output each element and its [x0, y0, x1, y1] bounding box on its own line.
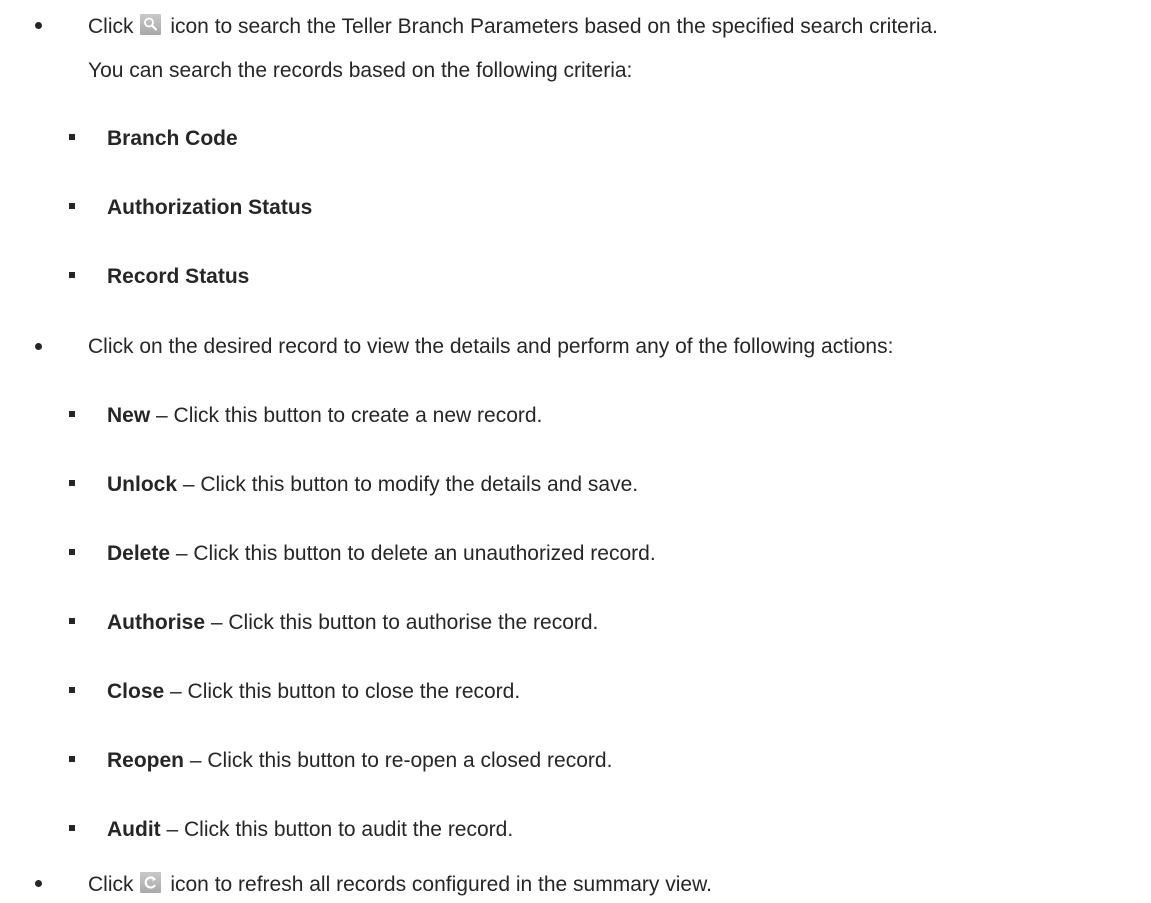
actions-intro: Click on the desired record to view the … — [88, 335, 894, 358]
bullet-marker — [69, 134, 75, 140]
action-name: Authorise — [107, 611, 206, 634]
refresh-instruction-pre: Click — [88, 873, 134, 896]
bullet-marker — [35, 22, 42, 29]
bullet-marker — [69, 618, 75, 624]
action-desc: – Click this button to re-open a closed … — [184, 749, 613, 772]
search-criteria-intro: You can search the records based on the … — [88, 59, 633, 82]
bullet-marker — [69, 480, 75, 486]
bullet-marker — [69, 549, 75, 555]
criteria-label: Branch Code — [107, 127, 238, 150]
action-name: New — [107, 404, 151, 427]
action-desc: – Click this button to modify the detail… — [177, 473, 639, 496]
refresh-icon[interactable] — [139, 872, 161, 893]
bullet-marker — [69, 825, 75, 831]
action-name: Audit — [107, 818, 161, 841]
action-item: Reopen – Click this button to re-open a … — [107, 749, 612, 773]
action-name: Reopen — [107, 749, 185, 772]
search-instruction-post: icon to search the Teller Branch Paramet… — [164, 15, 939, 38]
action-desc: – Click this button to authorise the rec… — [205, 611, 599, 634]
bullet-marker — [69, 687, 75, 693]
action-name: Unlock — [107, 473, 178, 496]
action-desc: – Click this button to create a new reco… — [150, 404, 543, 427]
criteria-item: Record Status — [107, 265, 249, 289]
search-instruction-pre: Click — [88, 15, 134, 38]
action-desc: – Click this button to delete an unautho… — [170, 542, 656, 565]
action-item: Close – Click this button to close the r… — [107, 680, 520, 704]
refresh-instruction-post: icon to refresh all records configured i… — [164, 873, 712, 896]
bullet-marker — [35, 880, 42, 887]
refresh-instruction: Click icon to refresh all records config… — [88, 872, 712, 896]
criteria-item: Authorization Status — [107, 196, 312, 220]
bullet-marker — [69, 756, 75, 762]
criteria-label: Record Status — [107, 265, 250, 288]
bullet-marker — [69, 411, 75, 417]
action-item: Authorise – Click this button to authori… — [107, 611, 598, 635]
action-name: Close — [107, 680, 165, 703]
criteria-item: Branch Code — [107, 127, 238, 151]
bullet-marker — [69, 272, 75, 278]
action-item: New – Click this button to create a new … — [107, 404, 542, 428]
search-instruction: Click icon to search the Teller Branch P… — [88, 14, 938, 38]
action-name: Delete — [107, 542, 171, 565]
action-item: Audit – Click this button to audit the r… — [107, 818, 513, 842]
action-desc: – Click this button to audit the record. — [160, 818, 514, 841]
bullet-marker — [69, 203, 75, 209]
search-icon[interactable] — [139, 14, 161, 35]
criteria-label: Authorization Status — [107, 196, 313, 219]
bullet-marker — [35, 343, 42, 350]
action-item: Delete – Click this button to delete an … — [107, 542, 656, 566]
action-item: Unlock – Click this button to modify the… — [107, 473, 638, 497]
action-desc: – Click this button to close the record. — [164, 680, 521, 703]
